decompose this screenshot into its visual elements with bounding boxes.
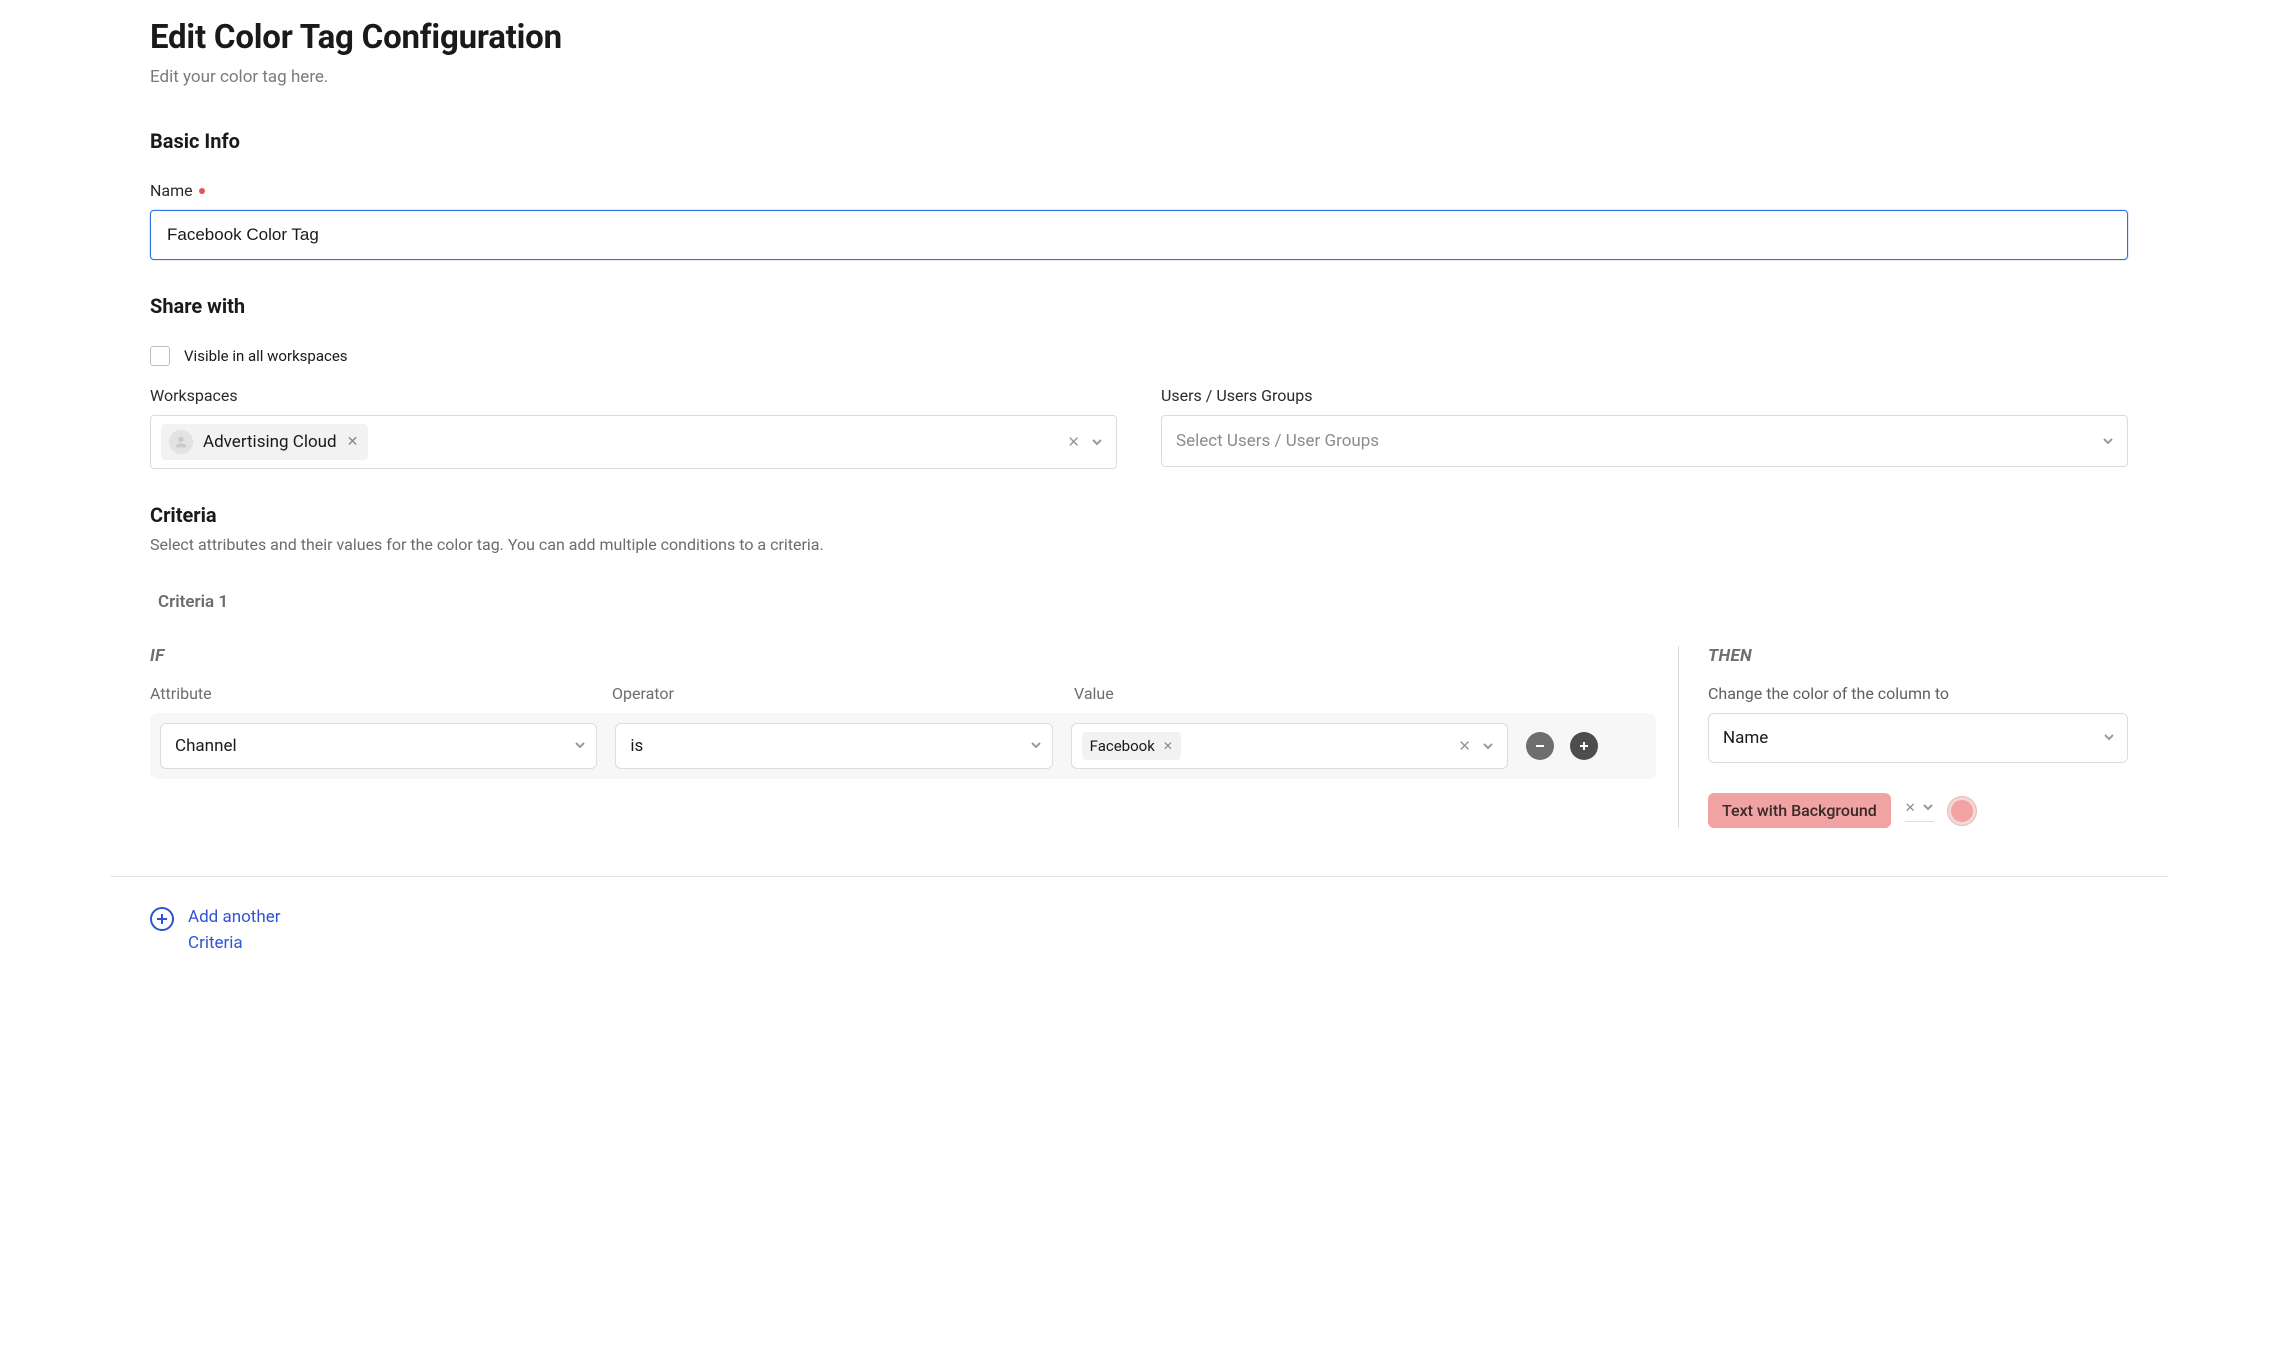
users-label: Users / Users Groups	[1161, 386, 1312, 405]
color-swatch[interactable]	[1948, 797, 1976, 825]
operator-value: is	[630, 736, 643, 756]
workspaces-clear-icon[interactable]: ✕	[1067, 433, 1080, 451]
attribute-value: Channel	[175, 736, 237, 756]
value-select[interactable]: Facebook ✕ ✕	[1071, 723, 1508, 769]
chevron-down-icon[interactable]	[1090, 435, 1104, 449]
basic-info-heading: Basic Info	[150, 129, 2128, 153]
remove-condition-button[interactable]	[1526, 732, 1554, 760]
page-subtitle: Edit your color tag here.	[150, 67, 2128, 87]
chevron-down-icon	[1030, 736, 1042, 756]
plus-icon	[1578, 740, 1590, 752]
value-clear-icon[interactable]: ✕	[1458, 737, 1471, 755]
add-criteria-label: Add another Criteria	[188, 905, 308, 956]
chevron-down-icon[interactable]	[2101, 434, 2115, 448]
chevron-down-icon[interactable]	[1922, 799, 1934, 817]
attribute-column-label: Attribute	[150, 684, 594, 703]
users-select[interactable]: Select Users / User Groups	[1161, 415, 2128, 467]
person-icon	[169, 430, 193, 454]
criteria-divider	[1678, 646, 1686, 828]
value-tag: Facebook ✕	[1082, 732, 1181, 760]
chevron-down-icon[interactable]	[1481, 739, 1495, 753]
value-tag-label: Facebook	[1090, 737, 1155, 755]
users-placeholder: Select Users / User Groups	[1176, 431, 1379, 451]
workspace-chip: Advertising Cloud ✕	[161, 424, 368, 460]
page-title: Edit Color Tag Configuration	[150, 18, 2128, 57]
column-select[interactable]: Name	[1708, 713, 2128, 763]
chevron-down-icon	[574, 736, 586, 756]
workspace-chip-label: Advertising Cloud	[203, 432, 337, 452]
workspaces-select[interactable]: Advertising Cloud ✕ ✕	[150, 415, 1117, 469]
criteria-tab[interactable]: Criteria 1	[154, 582, 232, 622]
add-criteria-button[interactable]: Add another Criteria	[150, 905, 2128, 956]
workspace-chip-remove-icon[interactable]: ✕	[347, 434, 359, 450]
share-with-heading: Share with	[150, 294, 2128, 318]
visible-all-checkbox[interactable]	[150, 346, 170, 366]
workspaces-label: Workspaces	[150, 386, 238, 405]
then-label: THEN	[1708, 646, 2128, 666]
name-input[interactable]	[150, 210, 2128, 260]
column-value: Name	[1723, 728, 1768, 748]
value-column-label: Value	[1074, 684, 1518, 703]
if-label: IF	[150, 646, 1656, 666]
plus-circle-icon	[150, 907, 174, 931]
style-select-control[interactable]: ✕	[1905, 799, 1934, 822]
operator-column-label: Operator	[612, 684, 1056, 703]
style-chip[interactable]: Text with Background	[1708, 793, 1891, 828]
section-divider	[110, 876, 2168, 877]
attribute-select[interactable]: Channel	[160, 723, 597, 769]
required-dot-icon	[199, 188, 205, 194]
operator-select[interactable]: is	[615, 723, 1052, 769]
minus-icon	[1534, 740, 1546, 752]
style-clear-icon[interactable]: ✕	[1905, 801, 1916, 816]
criteria-heading: Criteria	[150, 503, 2128, 527]
chevron-down-icon	[2103, 728, 2115, 748]
value-tag-remove-icon[interactable]: ✕	[1163, 739, 1173, 753]
add-condition-button[interactable]	[1570, 732, 1598, 760]
visible-all-label: Visible in all workspaces	[184, 347, 348, 365]
criteria-description: Select attributes and their values for t…	[150, 535, 2128, 554]
name-label: Name	[150, 181, 193, 200]
change-column-label: Change the color of the column to	[1708, 684, 1949, 703]
